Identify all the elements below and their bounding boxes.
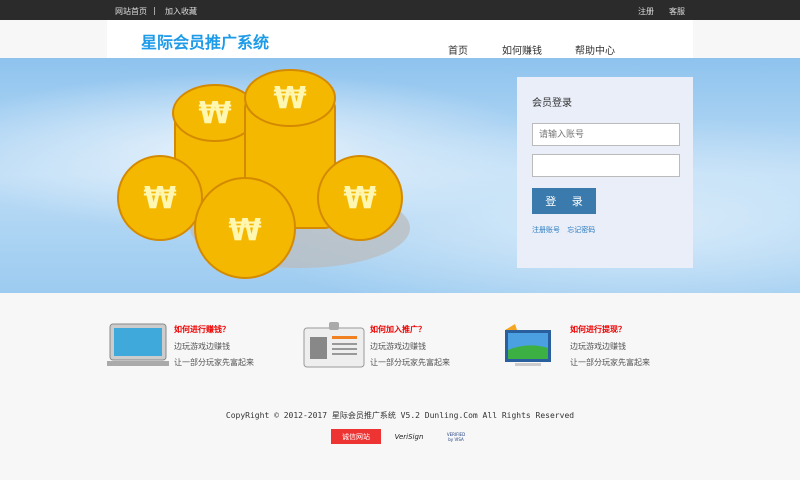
forgot-password-link[interactable]: 忘记密码 <box>567 226 595 234</box>
feature-text: 让一部分玩家先富起来 <box>370 358 450 367</box>
laptop-icon <box>107 323 169 366</box>
nav-how-to-earn[interactable]: 如何赚钱 <box>502 42 542 57</box>
verified-by-visa-badge[interactable]: VERIFIED by VISA <box>444 429 468 444</box>
feature-title[interactable]: 如何加入推广？ <box>370 324 426 335</box>
feature-how-to-withdraw: 如何进行提现？ 边玩游戏边赚钱 让一部分玩家先富起来 <box>503 322 693 372</box>
trusted-site-badge[interactable]: 诚信网站 <box>331 429 381 444</box>
top-bar: 网站首页 | 加入收藏 注册 客服 <box>0 0 800 20</box>
feature-text: 边玩游戏边赚钱 <box>174 342 230 351</box>
id-card-icon <box>303 322 365 368</box>
header: 星际会员推广系统 首页 如何赚钱 帮助中心 <box>107 20 693 58</box>
svg-text:₩: ₩ <box>198 96 231 131</box>
login-button[interactable]: 登 录 <box>532 188 596 214</box>
feature-text: 让一部分玩家先富起来 <box>570 358 650 367</box>
svg-text:₩: ₩ <box>143 181 176 216</box>
nav-home[interactable]: 首页 <box>448 42 468 57</box>
register-account-link[interactable]: 注册账号 <box>532 226 560 234</box>
feature-text: 边玩游戏边赚钱 <box>570 342 626 351</box>
copyright: CopyRight © 2012-2017 星际会员推广系统 V5.2 Dunl… <box>225 411 575 420</box>
feature-how-to-earn: 如何进行赚钱？ 边玩游戏边赚钱 让一部分玩家先富起来 <box>107 322 297 372</box>
svg-text:₩: ₩ <box>228 213 261 248</box>
login-panel: 会员登录 登 录 注册账号 忘记密码 <box>517 77 693 268</box>
register-link[interactable]: 注册 <box>638 6 654 17</box>
feature-how-to-join: 如何加入推广？ 边玩游戏边赚钱 让一部分玩家先富起来 <box>303 322 493 372</box>
verisign-badge[interactable]: VeriSign <box>393 429 425 444</box>
feature-text: 边玩游戏边赚钱 <box>370 342 426 351</box>
username-input[interactable] <box>532 123 680 146</box>
add-favorite-link[interactable]: 加入收藏 <box>165 6 197 17</box>
monitor-icon <box>505 324 551 366</box>
home-link[interactable]: 网站首页 <box>115 6 147 17</box>
password-input[interactable] <box>532 154 680 177</box>
login-title: 会员登录 <box>532 98 572 109</box>
nav-help-center[interactable]: 帮助中心 <box>575 42 615 57</box>
svg-text:₩: ₩ <box>273 81 306 116</box>
site-logo[interactable]: 星际会员推广系统 <box>141 29 269 53</box>
separator: | <box>153 6 156 15</box>
feature-title[interactable]: 如何进行赚钱？ <box>174 324 230 335</box>
service-link[interactable]: 客服 <box>669 6 685 17</box>
feature-text: 让一部分玩家先富起来 <box>174 358 254 367</box>
coins-illustration: ₩ ₩ ₩ ₩ ₩ <box>117 69 410 279</box>
svg-text:₩: ₩ <box>343 181 376 216</box>
feature-title[interactable]: 如何进行提现？ <box>570 324 626 335</box>
